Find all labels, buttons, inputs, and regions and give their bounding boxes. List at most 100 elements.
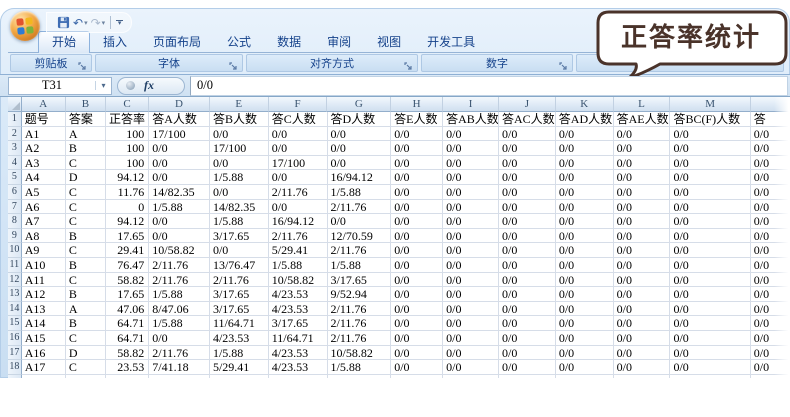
cell[interactable]: 29.41 <box>106 243 149 258</box>
cell[interactable]: 0/0 <box>670 360 750 375</box>
cell[interactable]: 0/0 <box>614 229 671 244</box>
cell[interactable]: C <box>66 214 106 229</box>
cell[interactable]: 0/0 <box>670 141 750 156</box>
cell[interactable]: 0/0 <box>149 156 210 171</box>
cell[interactable]: A17 <box>22 360 66 375</box>
undo-icon[interactable]: ↶ <box>73 17 83 29</box>
cell[interactable]: 2/11.76 <box>269 229 328 244</box>
column-header-partial[interactable] <box>751 97 790 112</box>
dialog-launcher-icon[interactable] <box>559 58 569 68</box>
cell[interactable]: 0/0 <box>614 243 671 258</box>
cell[interactable]: 3/17.65 <box>210 229 269 244</box>
cell[interactable]: 0/0 <box>556 229 614 244</box>
cell[interactable]: 答AC人数 <box>499 112 556 127</box>
cell[interactable]: 0/0 <box>499 258 556 273</box>
row-header-18[interactable]: 18 <box>8 360 22 375</box>
column-header-E[interactable]: E <box>210 97 269 112</box>
undo-dropdown-icon[interactable]: ▾ <box>84 19 88 27</box>
cell[interactable]: 2/11.76 <box>269 185 328 200</box>
cell[interactable]: 0/0 <box>391 214 443 229</box>
cell[interactable]: 17.65 <box>106 287 149 302</box>
cell[interactable]: 0/0 <box>443 156 499 171</box>
column-header-D[interactable]: D <box>149 97 210 112</box>
column-header-G[interactable]: G <box>327 97 391 112</box>
cell[interactable]: 16/94.12 <box>269 214 328 229</box>
cell[interactable]: 0/0 <box>443 127 499 142</box>
cell[interactable]: 答B人数 <box>210 112 269 127</box>
cell[interactable]: 0/0 <box>210 243 269 258</box>
cell[interactable]: B <box>66 287 106 302</box>
cell[interactable]: 0/0 <box>751 200 790 215</box>
cell[interactable]: 0/0 <box>210 156 269 171</box>
cell[interactable]: 答 <box>751 112 790 127</box>
cell[interactable]: 2/11.76 <box>328 302 392 317</box>
cell[interactable]: 0/0 <box>443 170 499 185</box>
cell[interactable]: 64.71 <box>106 316 149 331</box>
cell[interactable]: 0/0 <box>556 156 614 171</box>
cell[interactable]: 0/0 <box>269 170 328 185</box>
row-header-16[interactable]: 16 <box>8 331 22 346</box>
row-header-17[interactable]: 17 <box>8 346 22 361</box>
cell[interactable]: 0/0 <box>751 127 790 142</box>
cell[interactable]: 0/0 <box>614 141 671 156</box>
cell[interactable]: 0/0 <box>328 141 392 156</box>
cell[interactable]: 0/0 <box>443 287 499 302</box>
cell[interactable]: 0/0 <box>269 141 328 156</box>
cell[interactable]: 4/23.53 <box>269 346 328 361</box>
cell[interactable]: 23.53 <box>106 360 149 375</box>
cell[interactable]: B <box>66 258 106 273</box>
column-header-J[interactable]: J <box>499 97 556 112</box>
cell[interactable]: 10/58.82 <box>328 346 392 361</box>
row-header-12[interactable]: 12 <box>8 273 22 288</box>
cell[interactable]: 0/0 <box>499 346 556 361</box>
cell[interactable]: 0/0 <box>391 331 443 346</box>
cell[interactable]: 0/0 <box>443 185 499 200</box>
cell[interactable]: 答AD人数 <box>556 112 614 127</box>
cell[interactable]: 0/0 <box>670 229 750 244</box>
cell[interactable]: 0/0 <box>670 200 750 215</box>
cell[interactable]: 3/17.65 <box>328 273 392 288</box>
cell[interactable]: 0/0 <box>391 229 443 244</box>
cell[interactable]: C <box>66 200 106 215</box>
cell[interactable]: 0/0 <box>670 127 750 142</box>
cell[interactable]: 1/5.88 <box>210 214 269 229</box>
cell[interactable]: A16 <box>22 346 66 361</box>
cell[interactable]: 94.12 <box>106 170 149 185</box>
cell[interactable]: 1/5.88 <box>210 170 269 185</box>
cell[interactable]: 0/0 <box>391 127 443 142</box>
row-header-5[interactable]: 5 <box>8 170 22 185</box>
cell[interactable]: 1/5.88 <box>328 258 392 273</box>
cell[interactable]: 100 <box>106 141 149 156</box>
cell[interactable]: 0/0 <box>556 316 614 331</box>
ribbon-tab-7[interactable]: 视图 <box>364 32 414 52</box>
cell[interactable]: 0/0 <box>556 170 614 185</box>
ribbon-tab-5[interactable]: 数据 <box>264 32 314 52</box>
cell[interactable]: 11.76 <box>106 185 149 200</box>
ribbon-tab-1[interactable]: 开始 <box>38 31 90 53</box>
cell[interactable]: 0/0 <box>443 331 499 346</box>
cell[interactable]: 0/0 <box>391 346 443 361</box>
cell[interactable]: A14 <box>22 316 66 331</box>
cell[interactable]: 0/0 <box>751 273 790 288</box>
cell[interactable]: 0/0 <box>443 316 499 331</box>
cell[interactable]: 17/100 <box>210 141 269 156</box>
cell[interactable]: 11/64.71 <box>269 331 328 346</box>
cell[interactable]: 0/0 <box>670 287 750 302</box>
cell[interactable]: 0/0 <box>556 127 614 142</box>
ribbon-tab-3[interactable]: 页面布局 <box>140 32 214 52</box>
cell[interactable]: 0/0 <box>556 141 614 156</box>
cell[interactable]: 0/0 <box>614 360 671 375</box>
cell[interactable]: 100 <box>106 127 149 142</box>
cell[interactable]: 100 <box>106 156 149 171</box>
cell[interactable]: 0/0 <box>499 273 556 288</box>
cell[interactable]: 0/0 <box>614 287 671 302</box>
cell[interactable]: C <box>66 273 106 288</box>
cell[interactable]: 0/0 <box>614 156 671 171</box>
cell[interactable]: 0/0 <box>499 229 556 244</box>
cell[interactable]: 94.12 <box>106 214 149 229</box>
cell[interactable]: 17/100 <box>269 156 328 171</box>
cell[interactable]: 0/0 <box>391 200 443 215</box>
cell[interactable]: 0/0 <box>499 127 556 142</box>
column-header-C[interactable]: C <box>106 97 149 112</box>
cell[interactable]: 0/0 <box>391 185 443 200</box>
